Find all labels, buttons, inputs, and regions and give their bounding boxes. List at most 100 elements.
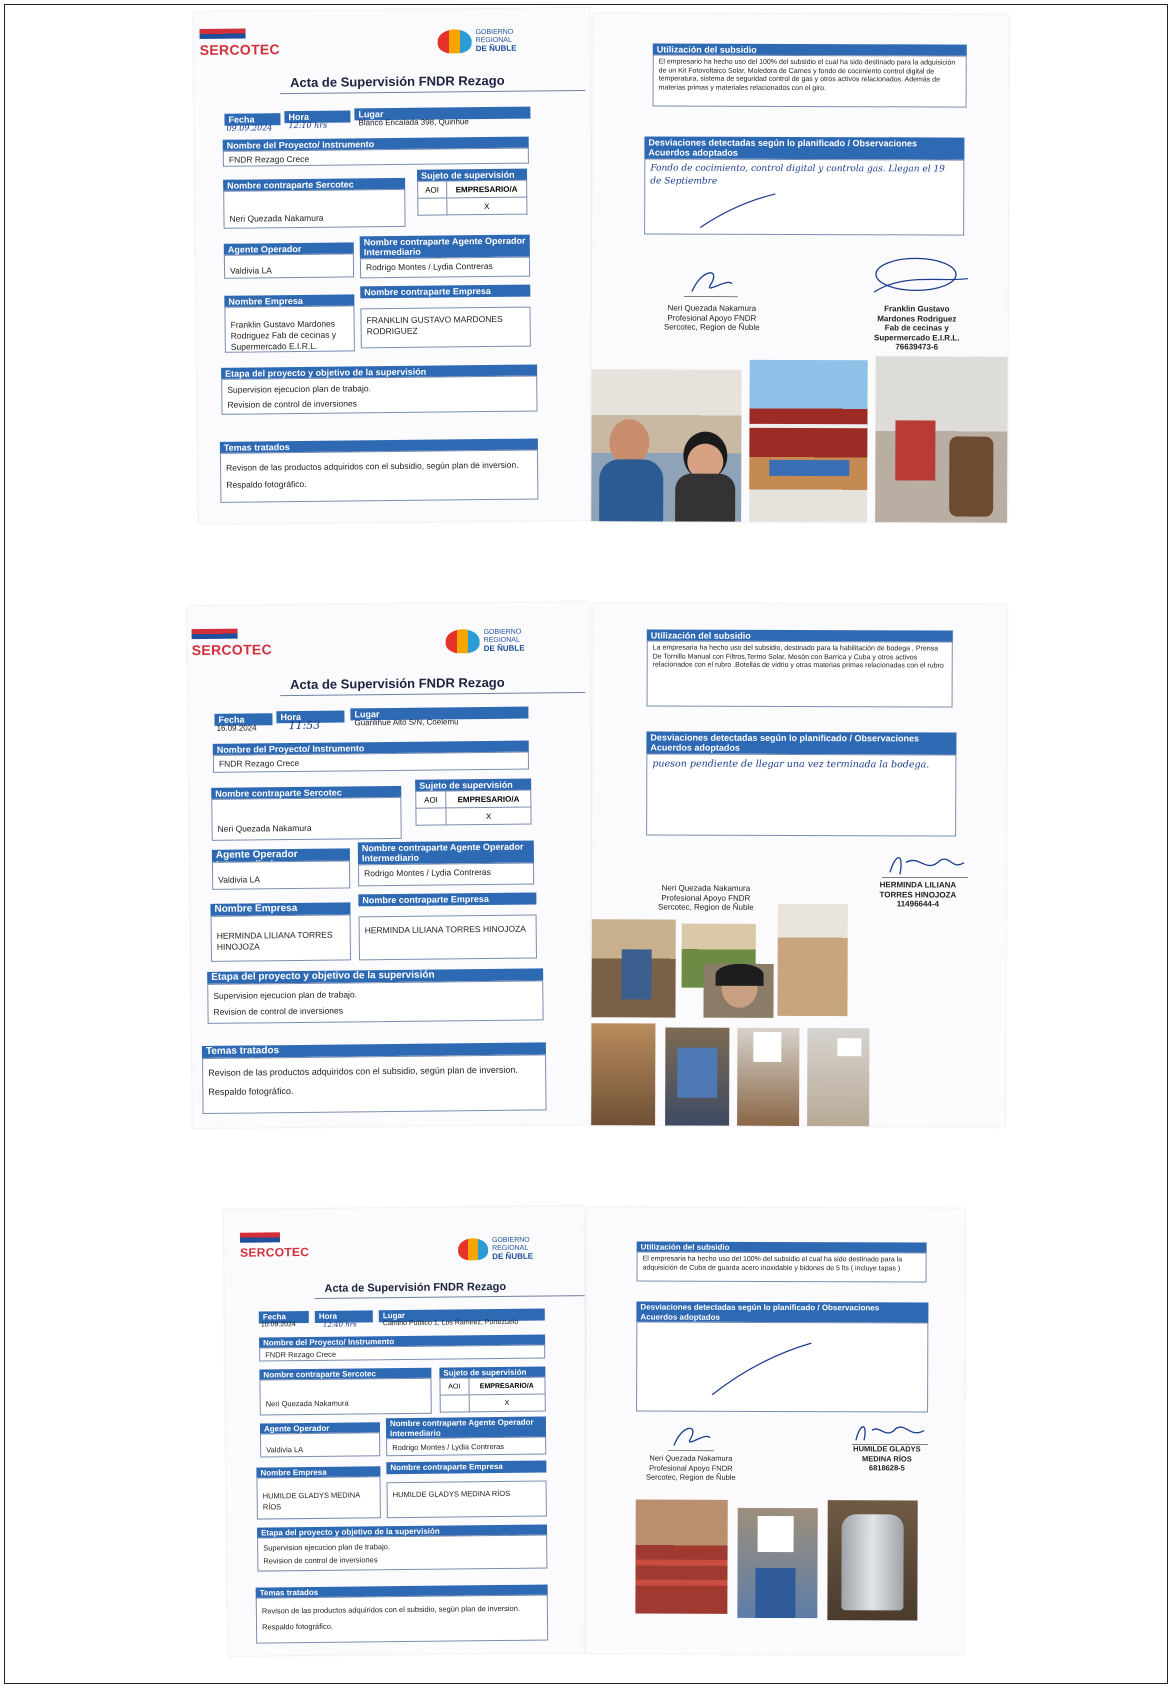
page-title: Acta de Supervisión FNDR Rezago [324, 1280, 507, 1295]
etapa-box: Supervision ejecucion plan de trabajo. R… [221, 375, 538, 415]
agente-value: Valdivia LA [211, 860, 351, 890]
empresa-value: HUMILDE GLADYS MEDINA RÍOS [256, 1476, 381, 1520]
photo-barrels [591, 919, 676, 1018]
observaciones-box: Fondo de cocimiento, control digital y c… [644, 158, 965, 236]
hora-value: 12:40 hrs [322, 1320, 357, 1329]
empresario-mark: X [446, 197, 527, 215]
observacion-handwritten: pueson pendiente de llegar una vez termi… [652, 758, 930, 771]
etapa-line-2: Revision de control de inversiones [227, 398, 357, 410]
photo-cabinet [665, 1027, 730, 1126]
photo-selfie [703, 963, 774, 1018]
label-desviaciones: Desviaciones detectadas según lo planifi… [646, 731, 957, 755]
page-title: Acta de Supervisión FNDR Rezago [290, 674, 505, 693]
photo-worker [737, 1507, 818, 1619]
empresa-value: Franklin Gustavo Mardones Rodriguez Fab … [224, 305, 355, 353]
temas-line-1: Revison de las productos adquiridos con … [208, 1064, 518, 1078]
empresaria-signature [881, 856, 968, 878]
acta-1-right-page: Utilización del subsidio El empresario h… [591, 13, 1009, 523]
temas-box: Revison de las productos adquiridos con … [202, 1054, 547, 1114]
label-contraparte-agente: Nombre contraparte Agente Operador Inter… [357, 840, 534, 865]
contraparte-empresa-value: HERMINDA LILIANA TORRES HINOJOZA [358, 914, 537, 961]
utilizacion-value: El empresaria ha hecho uso del 100% del … [636, 1251, 927, 1283]
photo-press [591, 1023, 656, 1126]
sujeto-table: AOI EMPRESARIO/A X [415, 790, 532, 826]
sujeto-table: AOI EMPRESARIO/A X [439, 1377, 546, 1413]
empresario-signer: Franklin Gustavo Mardones Rodriguez Fab de… [874, 304, 960, 352]
contraparte-empresa-value: HUMILDE GLADYS MEDINA RÍOS [386, 1480, 547, 1519]
sercotec-signature [667, 1427, 714, 1452]
hora-value: 12:10 hrs [288, 120, 328, 131]
empresario-mark: X [446, 807, 532, 825]
etapa-line-1: Supervision ejecucion plan de trabajo. [213, 989, 358, 1001]
col-empresario: EMPRESARIO/A [446, 790, 531, 808]
fecha-value: 16.09.2024 [216, 723, 257, 733]
col-aoi: AOI [439, 1377, 469, 1396]
agente-value: Valdivia LA [223, 253, 355, 279]
etapa-line-2: Revision de control de inversiones [213, 1005, 344, 1017]
temas-line-2: Respaldo fotográfico. [208, 1086, 294, 1097]
col-aoi: AOI [415, 790, 447, 809]
contraparte-sercotec-value: Neri Quezada Nakamura [259, 1377, 432, 1416]
sercotec-logo: SERCOTEC [191, 628, 272, 658]
observacion-handwritten: Fondo de cocimiento, control digital y c… [650, 163, 945, 187]
hora-value: 11:53 [288, 718, 321, 733]
temas-box: Revison de las productos adquiridos con … [255, 1594, 549, 1644]
label-contraparte-empresa: Nombre contraparte Empresa [358, 892, 537, 907]
proyecto-value: FNDR Rezago Crece [222, 147, 529, 167]
photo-selfie [591, 369, 742, 522]
etapa-box: Supervision ejecucion plan de trabajo. R… [207, 980, 544, 1024]
label-contraparte-empresa: Nombre contraparte Empresa [386, 1460, 547, 1475]
label-contraparte-empresa: Nombre contraparte Empresa [360, 284, 531, 299]
photo-facility-exterior [749, 359, 868, 523]
contraparte-sercotec-value: Neri Quezada Nakamura [223, 188, 406, 229]
sercotec-logo: SERCOTEC [199, 28, 280, 58]
gobierno-regional-logo: GOBIERNO REGIONAL DE ÑUBLE [457, 1237, 533, 1262]
contraparte-agente-value: Rodrigo Montes / Lydia Contreras [357, 862, 535, 887]
empresario-signature [873, 257, 969, 293]
contraparte-agente-value: Rodrigo Montes / Lydia Contreras [359, 256, 531, 279]
lugar-value: Blanco Encalada 398, Quirihue [358, 117, 469, 128]
acta-3-right-page: Utilización del subsidio El empresaria h… [585, 1207, 965, 1655]
empresa-value: HERMINDA LILIANA TORRES HINOJOZA [210, 914, 351, 962]
photo-equipment [875, 356, 1008, 523]
empresario-mark: X [468, 1394, 546, 1412]
observaciones-box: pueson pendiente de llegar una vez termi… [646, 753, 957, 837]
photo-stainless-tank [827, 1500, 918, 1621]
page-title: Acta de Supervisión FNDR Rezago [289, 72, 505, 91]
etapa-line-1: Supervision ejecucion plan de trabajo. [263, 1542, 391, 1553]
observaciones-box [636, 1321, 929, 1413]
empresaria-signer: HUMILDE GLADYS MEDINA RÍOS 6818628-5 [853, 1444, 921, 1473]
sujeto-table: AOI EMPRESARIO/A X [417, 180, 527, 216]
gobierno-regional-logo: GOBIERNO REGIONAL DE ÑUBLE [445, 629, 525, 654]
temas-box: Revison de las productos adquiridos con … [219, 449, 539, 503]
gobierno-regional-logo: GOBIERNO REGIONAL DE ÑUBLE [437, 29, 517, 54]
acta-2-left-page: SERCOTEC GOBIERNO REGIONAL DE ÑUBLE Acta d… [187, 601, 595, 1129]
contraparte-sercotec-value: Neri Quezada Nakamura [211, 796, 402, 841]
lugar-value: Camino Publico 1, Los Ramirez, Portezuel… [382, 1318, 519, 1328]
lugar-value: Guarilihue Alto S/N, Coelemu [354, 717, 459, 728]
strike-line [711, 1342, 812, 1396]
etapa-box: Supervision ejecucion plan de trabajo. R… [257, 1534, 548, 1572]
etapa-line-2: Revision de control de inversiones [263, 1555, 378, 1566]
utilizacion-value: El empresario ha hecho uso del 100% del … [652, 54, 967, 108]
etapa-line-1: Supervision ejecucion plan de trabajo. [227, 383, 371, 395]
fecha-value: 09.09.2024 [226, 123, 273, 133]
strike-line [699, 193, 776, 229]
photo-bidones [635, 1499, 728, 1614]
sercotec-signer: Neri Quezada Nakamura Profesional Apoyo F… [658, 883, 754, 912]
col-empresario: EMPRESARIO/A [446, 180, 527, 198]
temas-line-2: Respaldo fotográfico. [226, 478, 307, 490]
utilizacion-value: La empresaria ha hecho uso del subsidio,… [646, 640, 953, 708]
photo-barrel [737, 1027, 800, 1127]
photo-wine-bags [777, 903, 848, 1017]
photo-boxes [807, 1028, 870, 1127]
empresaria-signature [851, 1426, 928, 1445]
acta-2-right-page: Utilización del subsidio La empresaria h… [591, 603, 1007, 1127]
contraparte-empresa-value: FRANKLIN GUSTAVO MARDONES RODRIGUEZ [360, 306, 531, 349]
temas-line-1: Revison de las productos adquiridos con … [261, 1603, 520, 1616]
contraparte-agente-value: Rodrigo Montes / Lydia Contreras [386, 1436, 547, 1457]
sercotec-signer: Neri Quezada Nakamura Profesional Apoyo F… [663, 303, 760, 332]
acta-3-left-page: SERCOTEC GOBIERNO REGIONAL DE ÑUBLE Acta d… [223, 1206, 589, 1656]
sercotec-signature [683, 272, 738, 298]
label-contraparte-agente: Nombre contraparte Agente Operador Inter… [359, 234, 530, 259]
